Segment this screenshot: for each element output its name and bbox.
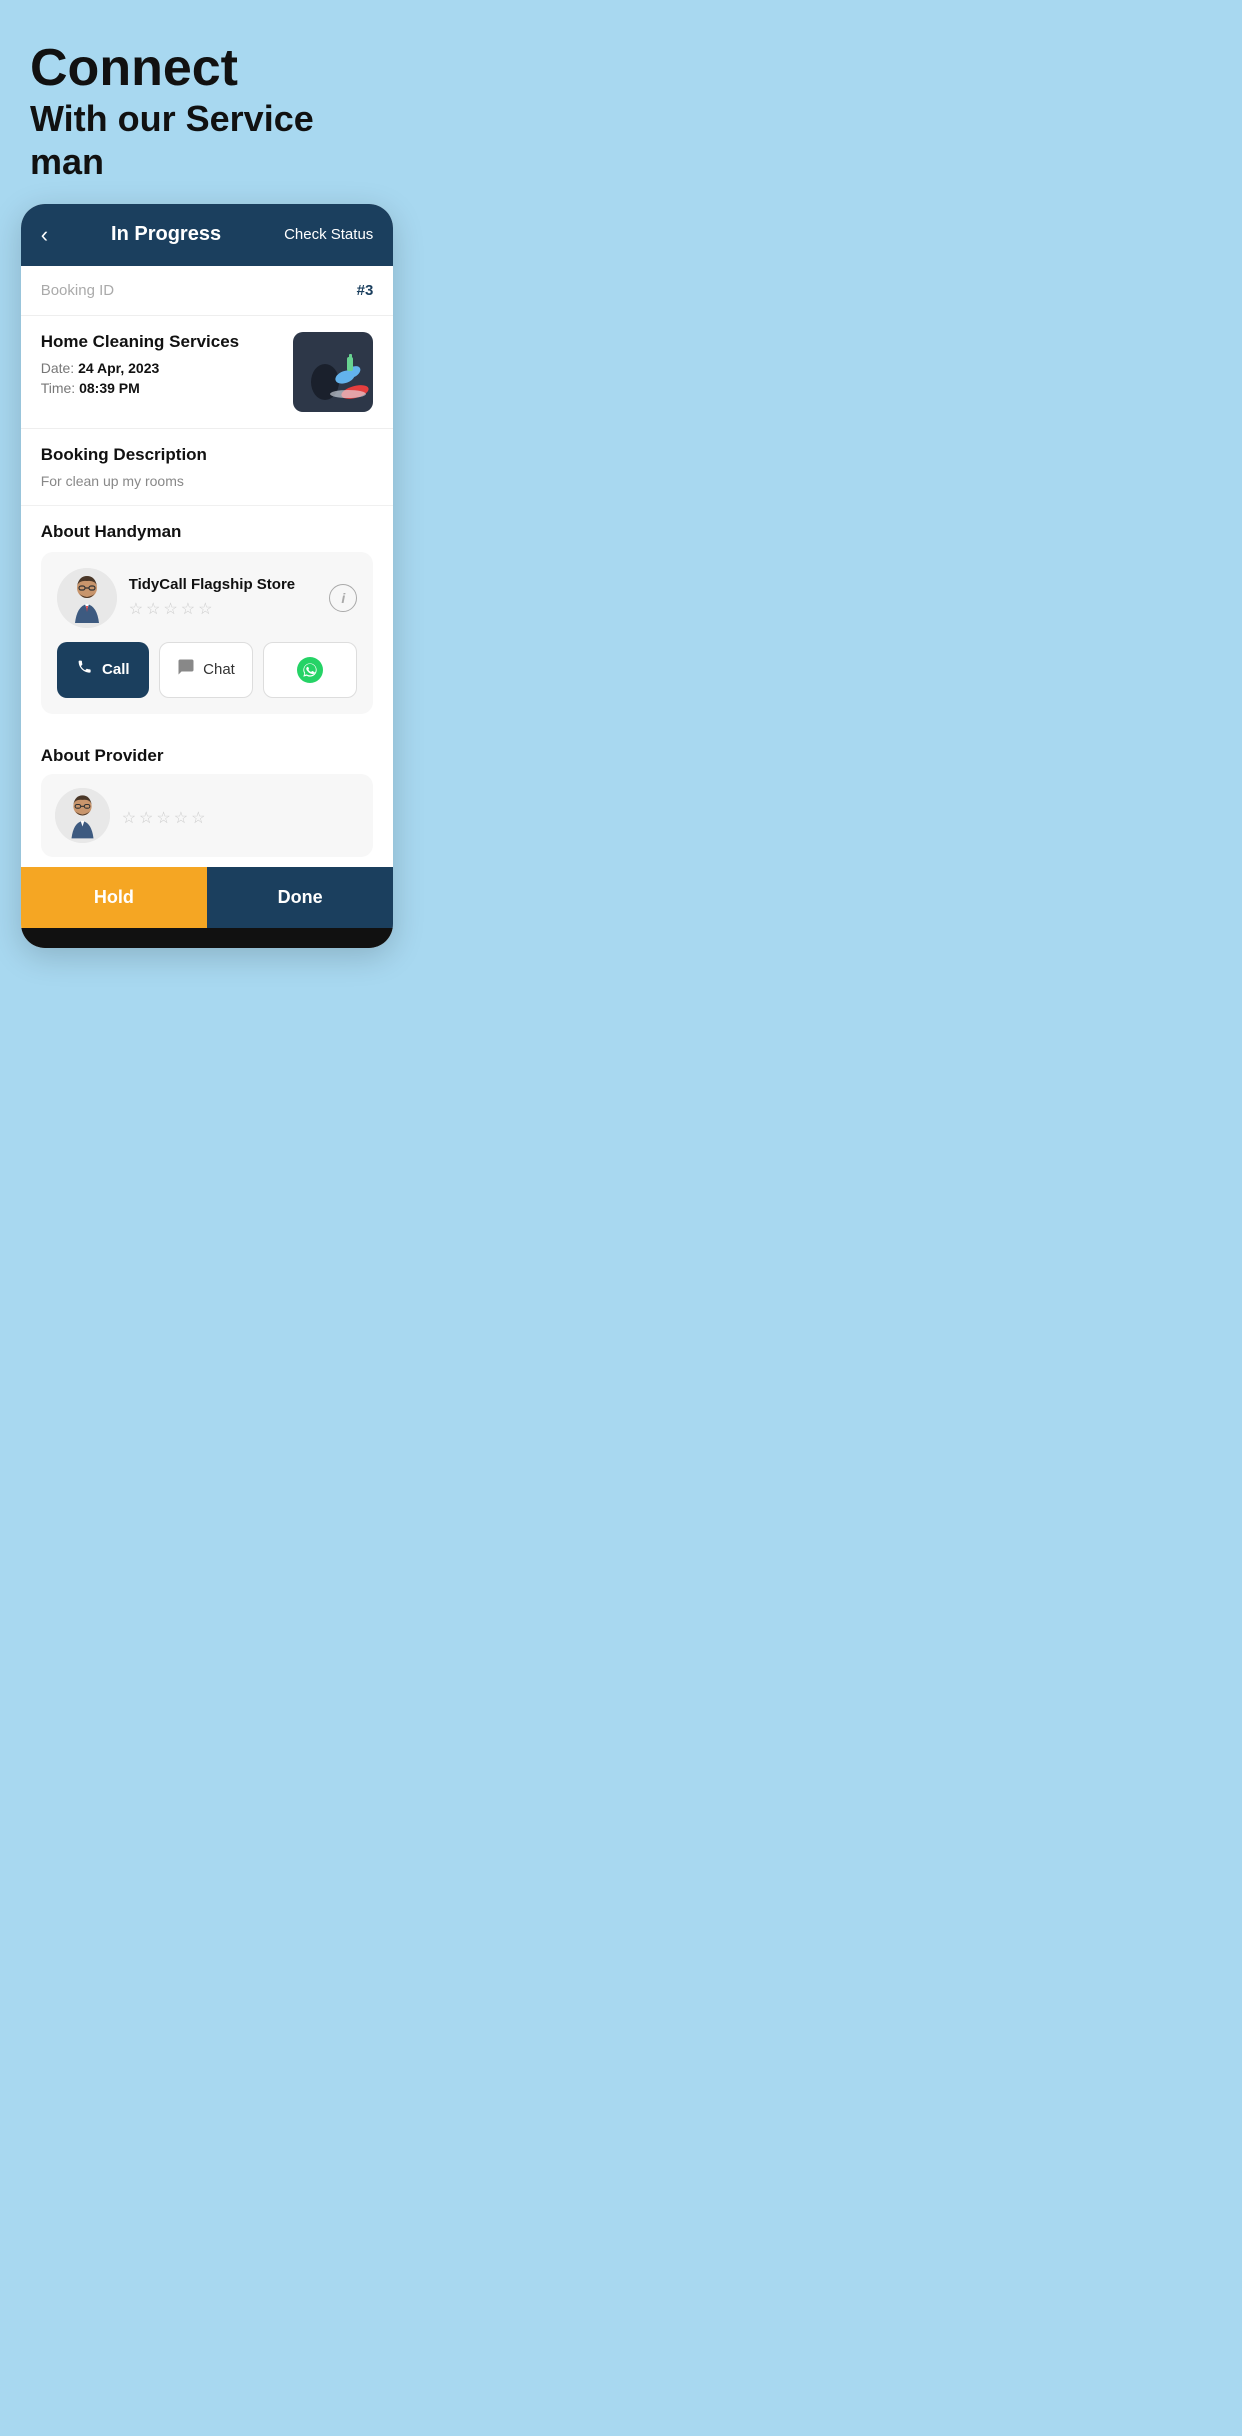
handyman-avatar <box>57 568 117 628</box>
cleaning-image-svg <box>293 332 373 412</box>
star-rating: ☆ ☆ ☆ ☆ ☆ <box>129 599 330 619</box>
service-info: Home Cleaning Services Date: 24 Apr, 202… <box>41 332 282 400</box>
whatsapp-icon <box>297 657 323 683</box>
service-card: Home Cleaning Services Date: 24 Apr, 202… <box>21 316 394 429</box>
star-1: ☆ <box>129 599 143 619</box>
star-4: ☆ <box>181 599 195 619</box>
hero-title: Connect <box>30 40 384 97</box>
description-text: For clean up my rooms <box>41 473 374 489</box>
action-buttons: Call Chat <box>57 642 358 698</box>
handyman-info-row: TidyCall Flagship Store ☆ ☆ ☆ ☆ ☆ i <box>57 568 358 628</box>
service-image <box>293 332 373 412</box>
chat-icon <box>177 658 195 681</box>
service-name: Home Cleaning Services <box>41 332 282 352</box>
star-3: ☆ <box>163 599 177 619</box>
pstar-5: ☆ <box>191 808 205 828</box>
provider-section-title: About Provider <box>41 746 374 766</box>
time-value: 08:39 PM <box>79 380 140 396</box>
call-button[interactable]: Call <box>57 642 149 698</box>
info-icon-label: i <box>341 590 345 606</box>
back-button[interactable]: ‹ <box>41 222 48 248</box>
handyman-section: About Handyman <box>21 506 394 730</box>
hero-section: Connect With our Service man <box>0 0 414 204</box>
chat-svg <box>177 658 195 676</box>
phone-container: ‹ In Progress Check Status Booking ID #3… <box>21 204 394 948</box>
handyman-name: TidyCall Flagship Store <box>129 576 330 593</box>
call-label: Call <box>102 661 130 678</box>
time-label: Time: <box>41 380 75 396</box>
date-value: 24 Apr, 2023 <box>78 360 159 376</box>
pstar-4: ☆ <box>174 808 188 828</box>
chat-button[interactable]: Chat <box>159 642 253 698</box>
hero-subtitle: With our Service man <box>30 97 384 183</box>
info-icon-button[interactable]: i <box>329 584 357 612</box>
hold-button[interactable]: Hold <box>21 867 207 928</box>
description-section: Booking Description For clean up my room… <box>21 429 394 506</box>
content-area: Booking ID #3 Home Cleaning Services Dat… <box>21 266 394 867</box>
pstar-2: ☆ <box>139 808 153 828</box>
provider-avatar <box>55 788 110 843</box>
header-title: In Progress <box>48 223 284 246</box>
date-label: Date: <box>41 360 74 376</box>
handyman-card: TidyCall Flagship Store ☆ ☆ ☆ ☆ ☆ i <box>41 552 374 714</box>
provider-avatar-svg <box>55 788 110 843</box>
pstar-3: ☆ <box>156 808 170 828</box>
provider-card: ☆ ☆ ☆ ☆ ☆ <box>41 774 374 857</box>
booking-id-row: Booking ID #3 <box>21 266 394 316</box>
description-title: Booking Description <box>41 445 374 465</box>
service-time: Time: 08:39 PM <box>41 380 282 396</box>
bottom-action-bar: Hold Done <box>21 867 394 928</box>
star-5: ☆ <box>198 599 212 619</box>
whatsapp-svg <box>302 662 318 678</box>
done-button[interactable]: Done <box>207 867 393 928</box>
handyman-section-title: About Handyman <box>41 522 374 542</box>
provider-details: ☆ ☆ ☆ ☆ ☆ <box>122 802 360 828</box>
phone-bottom-bar <box>21 928 394 948</box>
star-2: ☆ <box>146 599 160 619</box>
pstar-1: ☆ <box>122 808 136 828</box>
service-date: Date: 24 Apr, 2023 <box>41 360 282 376</box>
phone-svg <box>76 658 94 676</box>
avatar-svg <box>57 568 117 628</box>
provider-section: About Provider <box>21 730 394 867</box>
whatsapp-button[interactable] <box>263 642 357 698</box>
check-status-button[interactable]: Check Status <box>284 226 373 243</box>
provider-star-rating: ☆ ☆ ☆ ☆ ☆ <box>122 808 360 828</box>
app-header: ‹ In Progress Check Status <box>21 204 394 266</box>
phone-icon <box>76 658 94 681</box>
chat-label: Chat <box>203 661 235 678</box>
handyman-details: TidyCall Flagship Store ☆ ☆ ☆ ☆ ☆ <box>129 576 330 619</box>
booking-id-value: #3 <box>357 282 374 299</box>
booking-id-label: Booking ID <box>41 282 114 299</box>
